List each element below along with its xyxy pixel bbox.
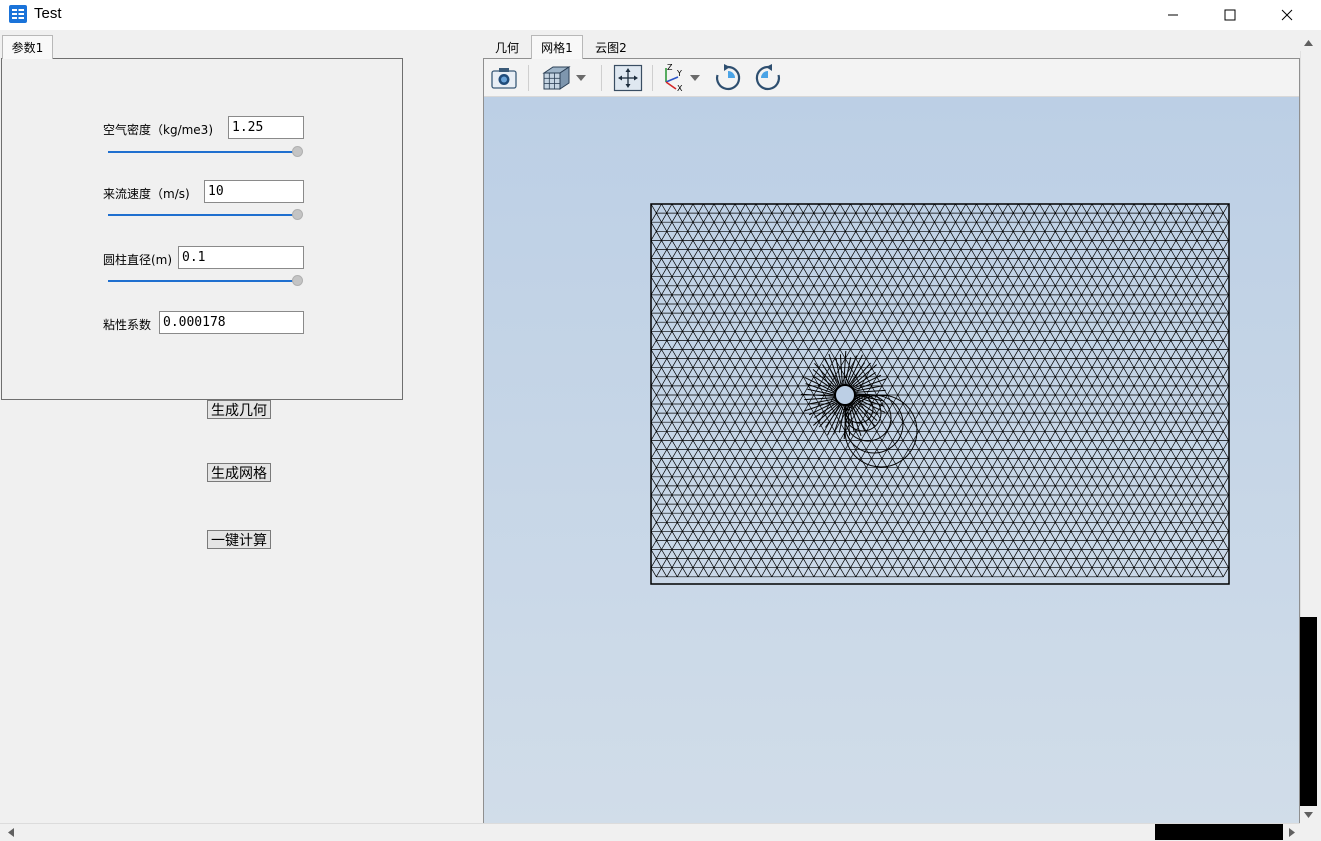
chevron-up-icon — [1304, 39, 1313, 46]
cylinder-diameter-input[interactable] — [178, 246, 304, 269]
scroll-up-arrow[interactable] — [1300, 34, 1317, 51]
scroll-right-arrow[interactable] — [1283, 824, 1300, 841]
cylinder-diameter-slider-knob[interactable] — [292, 275, 303, 286]
maximize-button[interactable] — [1207, 0, 1253, 30]
inflow-velocity-label: 来流速度（m/s) — [103, 187, 190, 201]
title-bar: Test — [0, 0, 1321, 30]
scroll-left-arrow[interactable] — [2, 824, 19, 841]
axes-dropdown[interactable] — [688, 63, 702, 93]
close-button[interactable] — [1264, 0, 1310, 30]
screenshot-button[interactable] — [488, 63, 520, 93]
cylinder-hole — [834, 384, 856, 406]
fit-view-icon — [613, 64, 643, 92]
axis-y-label: Y — [676, 69, 682, 78]
viscosity-label: 粘性系数 — [103, 318, 152, 332]
param-panel: 空气密度（kg/me3) 来流速度（m/s) 圆柱直径(m) 粘性系数 — [1, 58, 403, 400]
view-toolbar: Z Y X — [484, 59, 1299, 97]
mesh-viewport[interactable] — [484, 97, 1299, 824]
toolbar-separator — [601, 65, 602, 91]
window-title: Test — [34, 5, 62, 22]
axes-icon: Z Y X — [665, 63, 683, 93]
generate-mesh-button[interactable]: 生成网格 — [207, 463, 271, 482]
minimize-icon — [1168, 14, 1178, 16]
air-density-input[interactable] — [228, 116, 304, 139]
camera-icon — [491, 68, 517, 89]
dropdown-arrow-icon — [690, 75, 700, 81]
air-density-slider-track[interactable] — [108, 151, 297, 153]
scroll-down-arrow[interactable] — [1300, 806, 1317, 823]
view-cube-button[interactable] — [540, 63, 572, 93]
triangular-mesh — [650, 203, 1229, 578]
toolbar-separator — [528, 65, 529, 91]
cylinder-diameter-label: 圆柱直径(m) — [103, 253, 173, 267]
axis-x-label: X — [677, 84, 683, 93]
inflow-velocity-slider-track[interactable] — [108, 214, 297, 216]
inflow-velocity-input[interactable] — [204, 180, 304, 203]
tab-mesh1[interactable]: 网格1 — [531, 35, 583, 59]
cylinder-diameter-slider-track[interactable] — [108, 280, 297, 282]
rotate-ccw-button[interactable] — [752, 63, 784, 93]
generate-geometry-button[interactable]: 生成几何 — [207, 400, 271, 419]
mesh-render — [650, 203, 1230, 585]
close-icon — [1281, 9, 1293, 21]
cube-view-icon — [542, 66, 571, 90]
chevron-right-icon — [1288, 828, 1295, 837]
dropdown-arrow-icon — [576, 75, 586, 81]
tab-params1[interactable]: 参数1 — [2, 35, 53, 59]
horizontal-scroll-thumb[interactable] — [1155, 824, 1283, 840]
air-density-label: 空气密度（kg/me3) — [103, 123, 213, 137]
axis-z-label: Z — [667, 63, 673, 72]
chevron-down-icon — [1304, 811, 1313, 818]
viscosity-input[interactable] — [159, 311, 304, 334]
tab-geometry[interactable]: 几何 — [485, 35, 529, 59]
axes-orientation-button[interactable]: Z Y X — [658, 63, 686, 93]
mesh-edges — [650, 203, 1229, 578]
vertical-scroll-thumb[interactable] — [1300, 617, 1317, 806]
tab-contour2[interactable]: 云图2 — [585, 35, 637, 59]
fit-view-button[interactable] — [612, 63, 644, 93]
view-cube-dropdown[interactable] — [574, 63, 588, 93]
one-click-compute-button[interactable]: 一键计算 — [207, 530, 271, 549]
rotate-cw-icon — [715, 64, 741, 91]
horizontal-scrollbar[interactable] — [0, 823, 1300, 841]
rotate-cw-button[interactable] — [712, 63, 744, 93]
mesh-view-pane: Z Y X — [483, 58, 1300, 825]
toolbar-separator — [652, 65, 653, 91]
minimize-button[interactable] — [1150, 0, 1196, 30]
chevron-left-icon — [7, 828, 14, 837]
table-app-icon — [8, 4, 28, 24]
inflow-velocity-slider-knob[interactable] — [292, 209, 303, 220]
air-density-slider-knob[interactable] — [292, 146, 303, 157]
maximize-icon — [1224, 9, 1236, 21]
rotate-ccw-icon — [755, 64, 781, 91]
